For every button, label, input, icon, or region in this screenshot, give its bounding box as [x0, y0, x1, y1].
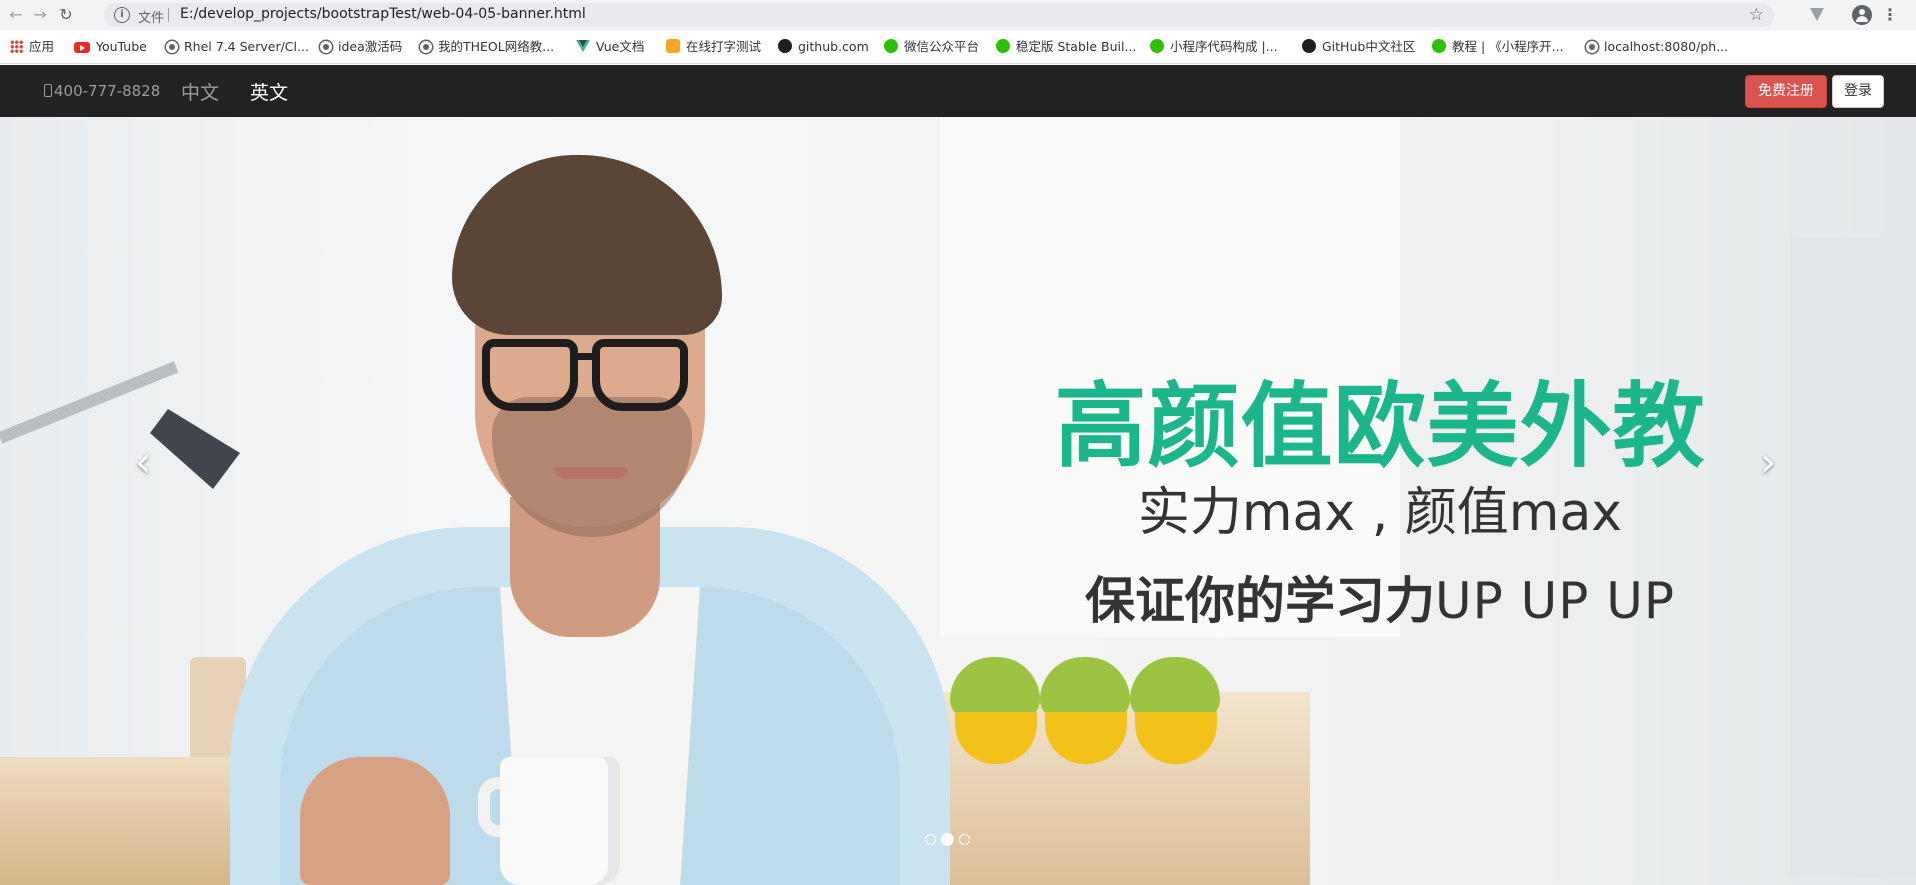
bookmark-vue[interactable]: Vue文档 — [576, 38, 644, 56]
carousel-banner: 高颜值欧美外教 实力max , 颜值max 保证你的学习力UP UP UP ‹ … — [0, 117, 1916, 885]
bookmark-star-icon[interactable]: ☆ — [1749, 5, 1764, 25]
glasses-bridge — [574, 353, 596, 360]
banner-subtitle: 实力max , 颜值max — [1137, 483, 1623, 543]
bookmark-theol[interactable]: 我的THEOL网络教... — [420, 38, 554, 56]
wechat-icon — [996, 39, 1010, 53]
bookmark-wechat-mp[interactable]: 微信公众平台 — [884, 38, 979, 56]
hair — [452, 155, 722, 335]
bookmark-github[interactable]: github.com — [778, 38, 869, 56]
carousel-indicator-2[interactable] — [941, 833, 954, 846]
bookmark-typing[interactable]: 在线打字测试 — [666, 38, 761, 56]
wechat-icon — [884, 39, 898, 53]
phone-number: 400-777-8828 — [44, 82, 160, 100]
banner-title: 高颜值欧美外教 — [1054, 373, 1706, 480]
carousel-next-chevron-icon[interactable]: › — [1748, 437, 1788, 487]
globe-icon — [420, 41, 432, 53]
globe-icon — [320, 41, 332, 53]
bookmark-tutorial[interactable]: 教程 | 《小程序开... — [1432, 38, 1564, 56]
banner-caption: 高颜值欧美外教 实力max , 颜值max 保证你的学习力UP UP UP — [1030, 372, 1730, 636]
plant-leaves — [1040, 657, 1130, 719]
phone-icon — [44, 84, 52, 97]
apps-icon — [10, 40, 23, 53]
bookmark-rhel[interactable]: Rhel 7.4 Server/Cl... — [166, 38, 309, 56]
file-scheme-label: 文件 — [138, 11, 165, 26]
menu-icon[interactable]: ⋮ — [1880, 5, 1900, 25]
free-register-button[interactable]: 免费注册 — [1745, 75, 1827, 108]
forward-arrow-icon[interactable]: → — [30, 5, 50, 25]
bookmark-youtube[interactable]: YouTube — [74, 38, 147, 56]
bookmark-stable-build[interactable]: 稳定版 Stable Buil... — [996, 38, 1136, 56]
lang-chinese-link[interactable]: 中文 — [181, 78, 219, 105]
banner-note-bold: 保证你的学习力 — [1084, 572, 1435, 630]
carousel-indicator-3[interactable] — [959, 834, 970, 845]
bookmark-localhost[interactable]: localhost:8080/ph... — [1586, 38, 1728, 56]
vue-icon — [576, 39, 590, 53]
info-icon[interactable]: i — [114, 7, 130, 23]
bookmarks-bar: 应用 YouTube Rhel 7.4 Server/Cl... idea激活码… — [0, 30, 1916, 64]
account-icon[interactable] — [1852, 5, 1872, 25]
plant-leaves — [1130, 657, 1220, 719]
wechat-icon — [1150, 39, 1164, 53]
mouth — [554, 467, 628, 479]
carousel-indicator-1[interactable] — [925, 834, 936, 845]
login-button[interactable]: 登录 — [1832, 75, 1884, 108]
address-bar[interactable]: i 文件 E:/develop_projects/bootstrapTest/w… — [104, 3, 1774, 27]
globe-icon — [166, 41, 178, 53]
hand — [300, 757, 450, 885]
top-navbar: 400-777-8828 中文 英文 免费注册 登录 — [0, 65, 1916, 117]
url-text[interactable]: E:/develop_projects/bootstrapTest/web-04… — [180, 6, 586, 22]
plant-leaves — [950, 657, 1040, 719]
lang-english-link[interactable]: 英文 — [250, 78, 288, 105]
globe-icon — [1586, 41, 1598, 53]
glasses-left-lens — [482, 339, 578, 411]
bookmark-github-cn[interactable]: GitHub中文社区 — [1302, 38, 1415, 56]
glasses-right-lens — [592, 339, 688, 411]
banner-note: 保证你的学习力UP UP UP — [1030, 566, 1730, 636]
carousel-prev-chevron-icon[interactable]: ‹ — [123, 437, 163, 487]
browser-toolbar: ← → ↻ i 文件 E:/develop_projects/bootstrap… — [0, 0, 1916, 30]
github-icon — [1302, 39, 1316, 53]
extension-v-icon[interactable] — [1807, 5, 1827, 25]
youtube-icon — [74, 42, 90, 53]
banner-note-up: UP UP UP — [1434, 572, 1676, 630]
page-content: 400-777-8828 中文 英文 免费注册 登录 高颜值欧美外教 实力max… — [0, 65, 1916, 885]
bookmark-miniprogram-code[interactable]: 小程序代码构成 |... — [1150, 38, 1278, 56]
back-arrow-icon[interactable]: ← — [6, 5, 26, 25]
dog-icon — [666, 39, 680, 53]
reload-icon[interactable]: ↻ — [56, 5, 76, 25]
bookmark-idea[interactable]: idea激活码 — [320, 38, 402, 56]
separator — [168, 8, 169, 22]
coffee-mug — [500, 757, 620, 885]
bookmark-apps[interactable]: 应用 — [10, 38, 54, 56]
github-icon — [778, 39, 792, 53]
background-shelf — [1790, 237, 1916, 877]
wechat-icon — [1432, 39, 1446, 53]
teacher-photo — [220, 117, 960, 885]
